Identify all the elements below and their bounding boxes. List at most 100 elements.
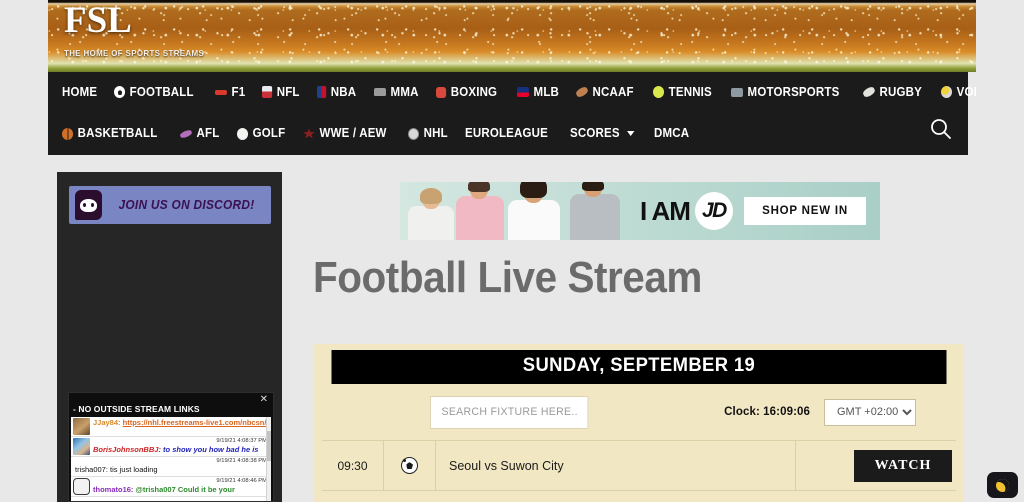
discord-join-banner[interactable]: JOIN US ON DISCORD! [69, 186, 271, 224]
chat-message-list[interactable]: JJay84: https://nhl.freestreams-live1.co… [71, 417, 271, 501]
avatar [73, 418, 90, 435]
nav-item-volleyball[interactable]: VOLLEYBALL [941, 86, 976, 99]
ad-cta-button[interactable]: SHOP NEW IN [744, 197, 866, 225]
soccer-ball-icon [114, 86, 126, 98]
nav-item-basketball[interactable]: BASKETBALL [62, 127, 157, 140]
fixture-time: 09:30 [322, 440, 384, 491]
logo-text: FSL [64, 0, 132, 41]
site-header: FSL THE HOME OF SPORTS STREAMS HOME FOOT… [48, 0, 976, 155]
fixture-sport-cell [384, 440, 436, 491]
nav-label: MOTORSPORTS [747, 84, 840, 99]
nav-label: SCORES [569, 126, 620, 141]
nav-label: NFL [276, 84, 300, 99]
checkered-flag-icon [731, 87, 743, 97]
nav-label: NBA [330, 84, 357, 99]
football-icon [575, 85, 590, 99]
table-row[interactable]: 09:30 Seoul vs Suwon City WATCH [322, 440, 956, 491]
date-header: SUNDAY, SEPTEMBER 19 [331, 350, 947, 384]
nav-item-football[interactable]: FOOTBALL [114, 86, 194, 99]
chat-username: thomato16 [93, 485, 131, 495]
search-fixture-input[interactable] [430, 395, 589, 429]
chat-username: trisha007 [75, 465, 106, 475]
nba-logo-icon [316, 86, 327, 98]
clock-label: Clock: 16:09:06 [724, 406, 810, 418]
fixtures-table: 09:30 Seoul vs Suwon City WATCH [322, 440, 956, 491]
nav-row-secondary: BASKETBALL AFL GOLF WWE / AEW NHL EUROLE… [48, 112, 968, 155]
chevron-down-icon [626, 131, 634, 136]
close-icon[interactable]: ✕ [260, 395, 268, 405]
chat-timestamp: 9/19/21 4:08:37 PM [216, 438, 267, 444]
search-icon[interactable] [928, 116, 954, 142]
chat-message-text[interactable]: https://nhl.freestreams-live1.com/nbcsn/ [123, 418, 267, 427]
nav-item-scores[interactable]: SCORES [570, 127, 634, 140]
nav-item-mlb[interactable]: MLB [516, 84, 559, 99]
ad-people-photo [400, 182, 622, 240]
nav-label: HOME [62, 84, 98, 99]
nav-item-dmca[interactable]: DMCA [654, 127, 689, 140]
golf-ball-icon [236, 127, 248, 140]
boxing-glove-icon [436, 86, 447, 98]
main-navigation: HOME FOOTBALL F1 NFL NBA MMA BOXING MLB … [48, 72, 976, 155]
ad-brand-text: I AM [640, 195, 691, 226]
chat-scrollbar-thumb[interactable] [267, 431, 271, 461]
nav-label: VOLLEYBALL [956, 84, 976, 99]
nav-item-rugby[interactable]: RUGBY [861, 85, 922, 99]
fixtures-panel: SUNDAY, SEPTEMBER 19 Clock: 16:09:06 GMT… [314, 344, 964, 502]
rugby-ball-icon [861, 85, 876, 99]
mma-glove-icon [373, 88, 386, 96]
nav-label: MMA [390, 84, 419, 99]
dark-mode-toggle[interactable] [987, 472, 1018, 498]
nav-item-home[interactable]: HOME [62, 86, 97, 99]
chat-timestamp: 9/19/21 4:08:38 PM [216, 458, 267, 465]
chat-message-text: @trisha007 Could it be your [135, 485, 235, 495]
discord-banner-label: JOIN US ON DISCORD! [118, 198, 255, 212]
nav-label: BASKETBALL [77, 126, 158, 141]
nav-label: GOLF [252, 126, 285, 141]
chat-message: 9/19/21 4:08:46 PM thomato16: @trisha007… [71, 477, 271, 498]
chat-username: BorisJohnsonBBJ [93, 445, 159, 454]
ad-brand-logo: I AM JD [640, 192, 733, 230]
nav-label: DMCA [653, 126, 689, 141]
clock-area: Clock: 16:09:06 GMT +02:00 [724, 398, 952, 426]
tennis-ball-icon [652, 86, 665, 98]
chat-message: 9/19/21 4:08:37 PM BorisJohnsonBBJ: to s… [71, 437, 271, 458]
nav-item-nhl[interactable]: NHL [408, 127, 448, 140]
hockey-puck-icon [408, 127, 420, 140]
nav-label: MLB [533, 84, 559, 99]
nav-label: NCAAF [592, 84, 634, 99]
nav-item-motorsports[interactable]: MOTORSPORTS [731, 86, 839, 99]
advertisement-banner[interactable]: I AM JD SHOP NEW IN [400, 182, 880, 240]
nav-label: TENNIS [668, 84, 712, 99]
timezone-select[interactable]: GMT +02:00 [824, 398, 916, 426]
page-title: Football Live Stream [313, 253, 702, 302]
nav-row-primary: HOME FOOTBALL F1 NFL NBA MMA BOXING MLB … [48, 72, 976, 112]
nav-label: WWE / AEW [319, 126, 387, 141]
chat-scrollbar[interactable] [266, 417, 271, 501]
nav-item-f1[interactable]: F1 [214, 86, 245, 99]
nav-item-afl[interactable]: AFL [179, 127, 219, 140]
nav-label: EUROLEAGUE [465, 126, 549, 141]
nav-item-golf[interactable]: GOLF [236, 126, 285, 141]
nav-item-ncaaf[interactable]: NCAAF [575, 84, 634, 99]
nav-item-wwe-aew[interactable]: WWE / AEW [303, 127, 387, 140]
chat-message-text: to show you how bad he is [163, 445, 259, 454]
discord-logo-icon [75, 190, 102, 220]
nav-item-nfl[interactable]: NFL [261, 84, 300, 99]
nav-item-euroleague[interactable]: EUROLEAGUE [465, 127, 548, 140]
chat-message: JJay84: https://nhl.freestreams-live1.co… [71, 417, 271, 437]
watch-button[interactable]: WATCH [854, 449, 952, 482]
nav-label: BOXING [450, 84, 498, 99]
star-icon [303, 128, 316, 139]
nfl-shield-icon [261, 86, 273, 98]
chat-rules-title: - NO OUTSIDE STREAM LINKS [73, 404, 200, 414]
site-logo[interactable]: FSL THE HOME OF SPORTS STREAMS [64, 2, 215, 58]
nav-label: NHL [423, 126, 448, 141]
fixture-match-name: Seoul vs Suwon City [449, 458, 564, 473]
basketball-icon [62, 127, 74, 140]
avatar [73, 438, 90, 455]
nav-item-boxing[interactable]: BOXING [436, 86, 497, 99]
volleyball-icon [941, 86, 953, 98]
nav-item-nba[interactable]: NBA [316, 84, 357, 99]
nav-item-mma[interactable]: MMA [373, 84, 419, 99]
nav-item-tennis[interactable]: TENNIS [652, 84, 712, 99]
